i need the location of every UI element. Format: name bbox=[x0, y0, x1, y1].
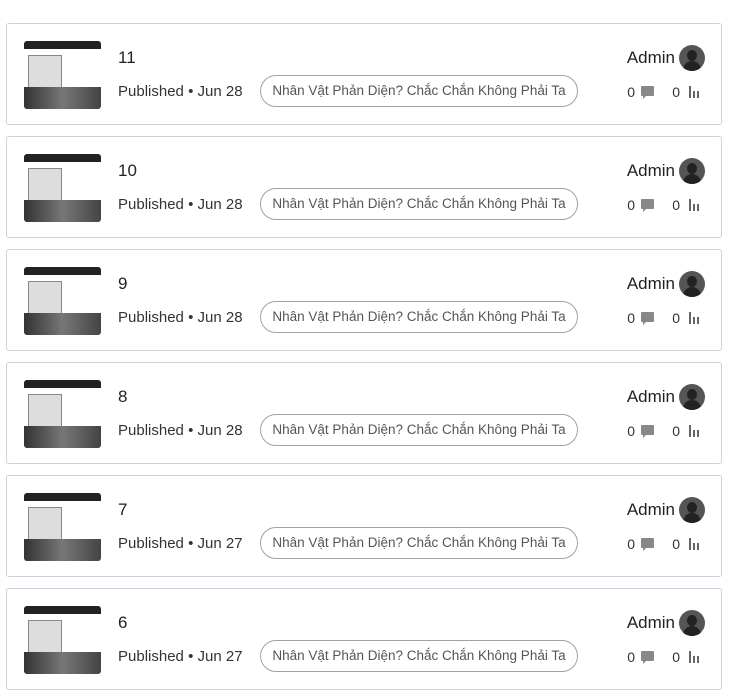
post-status: Published bbox=[118, 196, 184, 213]
post-meta: Published • Jun 28 bbox=[118, 83, 243, 100]
post-title[interactable]: 11 bbox=[118, 48, 136, 68]
post-status: Published bbox=[118, 83, 184, 100]
comment-icon bbox=[641, 425, 654, 438]
series-tag[interactable]: Nhân Vật Phản Diện? Chắc Chắn Không Phải… bbox=[260, 301, 578, 333]
post-thumbnail[interactable] bbox=[24, 154, 101, 222]
post-title[interactable]: 6 bbox=[118, 613, 127, 633]
post-thumbnail[interactable] bbox=[24, 267, 101, 335]
post-title[interactable]: 9 bbox=[118, 274, 127, 294]
post-card[interactable]: 10 Published • Jun 28 Nhân Vật Phản Diện… bbox=[6, 136, 722, 238]
comment-icon bbox=[641, 312, 654, 325]
post-card[interactable]: 6 Published • Jun 27 Nhân Vật Phản Diện?… bbox=[6, 588, 722, 690]
post-date: Jun 28 bbox=[197, 83, 243, 100]
view-count: 0 bbox=[672, 197, 680, 213]
post-meta: Published • Jun 27 bbox=[118, 535, 243, 552]
comment-icon bbox=[641, 86, 654, 99]
post-thumbnail[interactable] bbox=[24, 493, 101, 561]
post-title[interactable]: 8 bbox=[118, 387, 127, 407]
series-tag[interactable]: Nhân Vật Phản Diện? Chắc Chắn Không Phải… bbox=[260, 188, 578, 220]
post-date: Jun 28 bbox=[197, 422, 243, 439]
post-date: Jun 28 bbox=[197, 196, 243, 213]
comment-icon bbox=[641, 538, 654, 551]
stats-icon bbox=[689, 199, 701, 211]
series-tag[interactable]: Nhân Vật Phản Diện? Chắc Chắn Không Phải… bbox=[260, 75, 578, 107]
author-name[interactable]: Admin bbox=[627, 48, 675, 68]
author-name[interactable]: Admin bbox=[627, 500, 675, 520]
comment-icon bbox=[641, 199, 654, 212]
comment-count: 0 bbox=[627, 423, 635, 439]
author-name[interactable]: Admin bbox=[627, 274, 675, 294]
comment-count: 0 bbox=[627, 84, 635, 100]
comment-count: 0 bbox=[627, 310, 635, 326]
avatar[interactable] bbox=[679, 497, 705, 523]
post-card[interactable]: 11 Published • Jun 28 Nhân Vật Phản Diện… bbox=[6, 23, 722, 125]
post-meta: Published • Jun 28 bbox=[118, 196, 243, 213]
avatar[interactable] bbox=[679, 384, 705, 410]
separator: • bbox=[188, 422, 194, 439]
author-name[interactable]: Admin bbox=[627, 387, 675, 407]
view-count: 0 bbox=[672, 84, 680, 100]
comment-count: 0 bbox=[627, 197, 635, 213]
post-meta: Published • Jun 28 bbox=[118, 422, 243, 439]
post-date: Jun 27 bbox=[197, 535, 243, 552]
post-status: Published bbox=[118, 309, 184, 326]
post-thumbnail[interactable] bbox=[24, 41, 101, 109]
separator: • bbox=[188, 309, 194, 326]
stats-icon bbox=[689, 425, 701, 437]
author-name[interactable]: Admin bbox=[627, 161, 675, 181]
post-status: Published bbox=[118, 535, 184, 552]
post-status: Published bbox=[118, 648, 184, 665]
avatar[interactable] bbox=[679, 158, 705, 184]
separator: • bbox=[188, 648, 194, 665]
post-date: Jun 28 bbox=[197, 309, 243, 326]
author-name[interactable]: Admin bbox=[627, 613, 675, 633]
separator: • bbox=[188, 83, 194, 100]
avatar[interactable] bbox=[679, 45, 705, 71]
post-thumbnail[interactable] bbox=[24, 606, 101, 674]
series-tag[interactable]: Nhân Vật Phản Diện? Chắc Chắn Không Phải… bbox=[260, 414, 578, 446]
post-status: Published bbox=[118, 422, 184, 439]
series-tag[interactable]: Nhân Vật Phản Diện? Chắc Chắn Không Phải… bbox=[260, 640, 578, 672]
view-count: 0 bbox=[672, 423, 680, 439]
post-meta: Published • Jun 28 bbox=[118, 309, 243, 326]
avatar[interactable] bbox=[679, 271, 705, 297]
avatar[interactable] bbox=[679, 610, 705, 636]
view-count: 0 bbox=[672, 649, 680, 665]
series-tag[interactable]: Nhân Vật Phản Diện? Chắc Chắn Không Phải… bbox=[260, 527, 578, 559]
stats-icon bbox=[689, 86, 701, 98]
comment-count: 0 bbox=[627, 649, 635, 665]
post-date: Jun 27 bbox=[197, 648, 243, 665]
post-title[interactable]: 7 bbox=[118, 500, 127, 520]
post-card[interactable]: 8 Published • Jun 28 Nhân Vật Phản Diện?… bbox=[6, 362, 722, 464]
separator: • bbox=[188, 535, 194, 552]
view-count: 0 bbox=[672, 310, 680, 326]
comment-count: 0 bbox=[627, 536, 635, 552]
comment-icon bbox=[641, 651, 654, 664]
post-thumbnail[interactable] bbox=[24, 380, 101, 448]
post-card[interactable]: 9 Published • Jun 28 Nhân Vật Phản Diện?… bbox=[6, 249, 722, 351]
separator: • bbox=[188, 196, 194, 213]
post-title[interactable]: 10 bbox=[118, 161, 137, 181]
post-card[interactable]: 7 Published • Jun 27 Nhân Vật Phản Diện?… bbox=[6, 475, 722, 577]
post-meta: Published • Jun 27 bbox=[118, 648, 243, 665]
view-count: 0 bbox=[672, 536, 680, 552]
stats-icon bbox=[689, 651, 701, 663]
stats-icon bbox=[689, 312, 701, 324]
stats-icon bbox=[689, 538, 701, 550]
